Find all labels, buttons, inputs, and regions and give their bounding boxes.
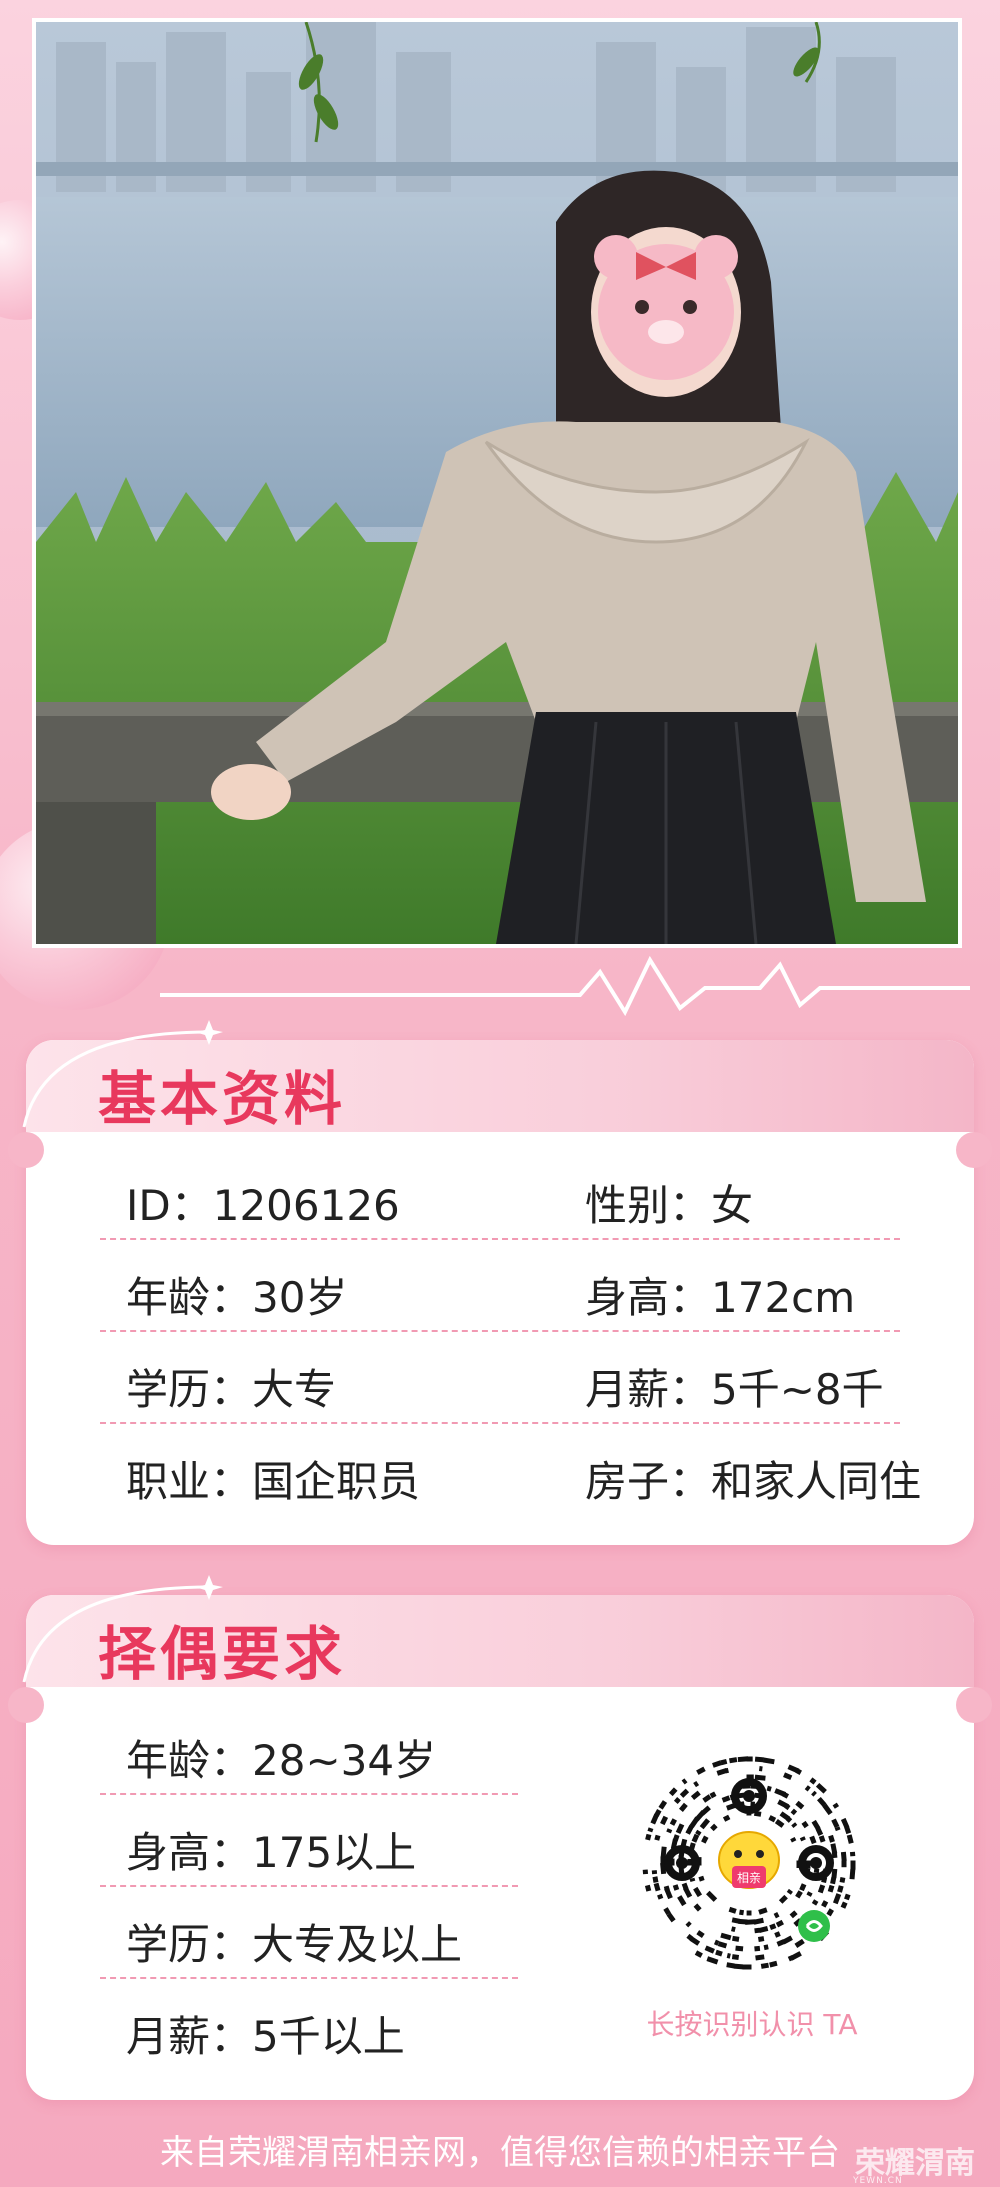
qr-module <box>742 1964 752 1970</box>
info-id: ID：1206126 <box>126 1181 400 1230</box>
info-salary: 月薪：5千~8千 <box>585 1365 884 1414</box>
info-row: 年龄：30岁 身高：172cm <box>100 1240 900 1332</box>
watermark-url: YEWN.CN <box>853 2176 903 2186</box>
info-row: ID：1206126 性别：女 <box>100 1148 900 1240</box>
info-gender: 性别：女 <box>585 1181 754 1230</box>
qr-module <box>642 1869 649 1875</box>
info-age: 年龄：30岁 <box>126 1273 348 1322</box>
card-notch <box>956 1687 992 1723</box>
requirement-age: 年龄：28~34岁 <box>126 1736 437 1785</box>
qr-module <box>758 1766 763 1772</box>
qr-module <box>735 1945 744 1952</box>
wave-divider <box>160 955 970 1017</box>
qr-module <box>746 1910 752 1916</box>
card-notch <box>8 1687 44 1723</box>
footer-slogan: 来自荣耀渭南相亲网，值得您信赖的相亲平台 <box>160 2133 840 2173</box>
requirement-row: 年龄：28~34岁 <box>100 1703 518 1795</box>
qr-module <box>850 1860 856 1870</box>
info-housing: 房子：和家人同住 <box>585 1457 922 1506</box>
qr-module <box>739 1909 745 1916</box>
qr-module <box>754 1945 761 1952</box>
qr-module <box>839 1877 846 1883</box>
info-height: 身高：172cm <box>585 1273 856 1322</box>
basic-info-card: 基本资料 ID：1206126 性别：女 年龄：30岁 身高：172cm 学历：… <box>8 1020 992 1545</box>
requirement-row: 学历：大专及以上 <box>100 1887 518 1979</box>
profile-photo <box>32 18 962 948</box>
qr-caption: 长按识别认识 TA <box>646 2008 858 2041</box>
info-row: 职业：国企职员 房子：和家人同住 <box>100 1424 921 1514</box>
qr-module <box>841 1860 847 1868</box>
qr-center-label: 相亲 <box>737 1871 761 1885</box>
qr-module <box>813 1868 820 1874</box>
requirement-salary: 月薪：5千以上 <box>126 2012 405 2061</box>
qr-code[interactable]: 相亲 <box>634 1748 864 1978</box>
requirement-height: 身高：175以上 <box>126 1828 417 1877</box>
qr-module <box>731 1954 740 1960</box>
qr-module <box>733 1963 744 1970</box>
qr-module <box>849 1868 856 1880</box>
qr-module <box>732 1935 740 1942</box>
qr-module <box>652 1876 659 1883</box>
card-notch <box>956 1132 992 1168</box>
qr-module <box>651 1870 658 1875</box>
qr-module <box>849 1851 856 1857</box>
requirement-row: 身高：175以上 <box>100 1795 518 1887</box>
qr-module <box>754 1756 765 1763</box>
requirement-education: 学历：大专及以上 <box>126 1920 463 1969</box>
qr-module <box>754 1927 760 1934</box>
basic-info-title: 基本资料 <box>98 1065 347 1133</box>
qr-module <box>840 1851 847 1862</box>
qr-module <box>746 1756 753 1762</box>
requirements-title: 择偶要求 <box>98 1620 347 1688</box>
qr-module <box>757 1936 765 1942</box>
info-occupation: 职业：国企职员 <box>126 1457 421 1506</box>
info-row: 学历：大专 月薪：5千~8千 <box>100 1332 900 1424</box>
card-notch <box>8 1132 44 1168</box>
requirement-row: 月薪：5千以上 <box>100 1979 518 2069</box>
info-education: 学历：大专 <box>126 1365 337 1414</box>
